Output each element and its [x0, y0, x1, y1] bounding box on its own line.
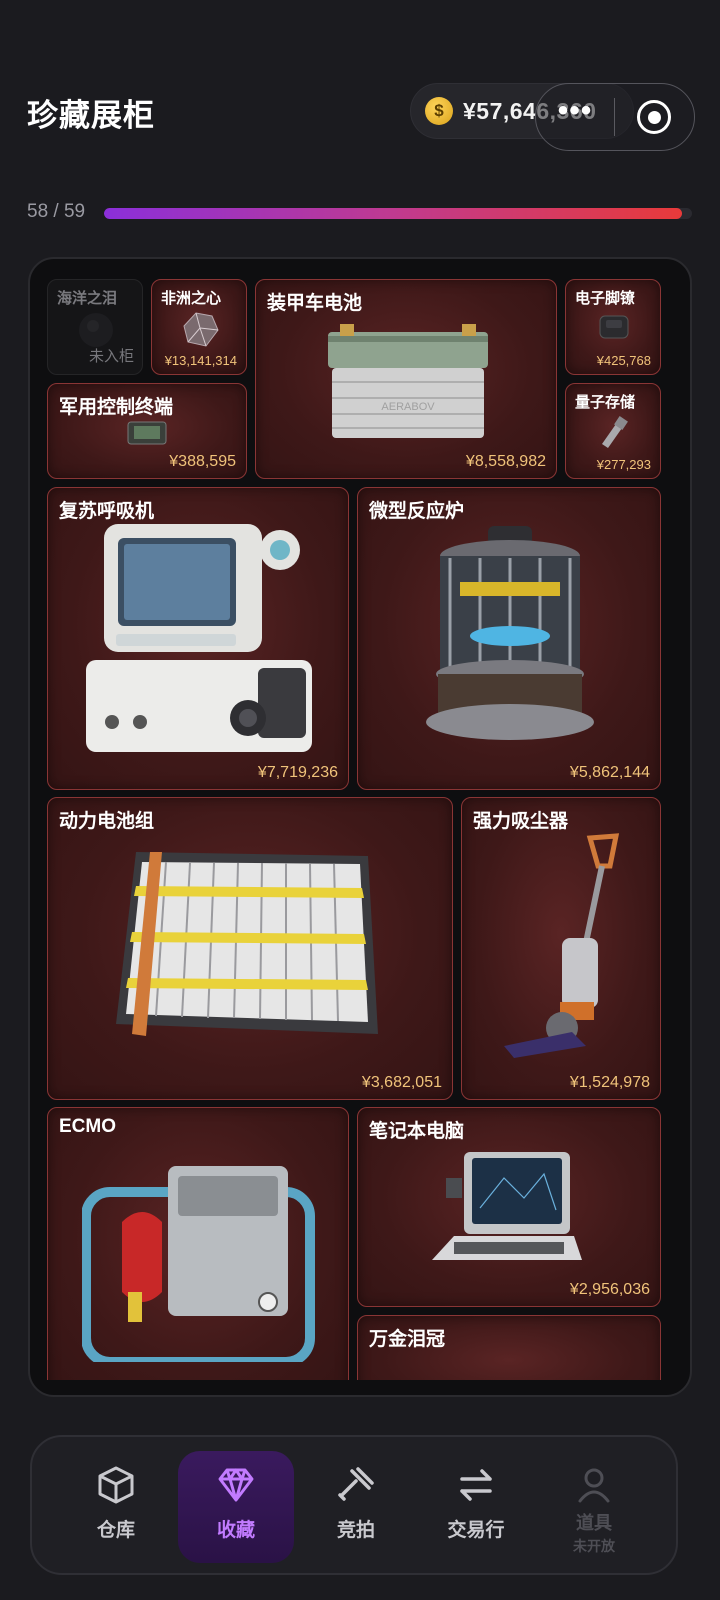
- close-target-button[interactable]: [637, 100, 671, 134]
- item-price: ¥5,862,144: [569, 764, 650, 781]
- nav-collection[interactable]: 收藏: [178, 1451, 294, 1563]
- item-name: 电子脚镣: [575, 290, 636, 307]
- item-name: ECMO: [59, 1116, 116, 1137]
- battery-pack-image: [116, 852, 378, 1036]
- item-price: ¥388,595: [169, 453, 236, 470]
- item-card-quantum-storage[interactable]: 量子存储 ¥277,293: [565, 383, 661, 479]
- item-name: 动力电池组: [59, 811, 155, 832]
- page-title: 珍藏展柜: [27, 98, 155, 133]
- item-price: ¥8,558,982: [465, 453, 546, 470]
- nav-trading[interactable]: 交易行: [418, 1451, 534, 1563]
- item-name: 军用控制终端: [59, 397, 174, 418]
- nav-label: 竞拍: [336, 1520, 375, 1541]
- item-card-ecmo[interactable]: ECMO: [47, 1107, 349, 1380]
- item-card-micro-reactor[interactable]: 微型反应炉 ¥5,862,144: [357, 487, 661, 790]
- coin-icon: $: [425, 97, 453, 125]
- nav-label: 道具: [576, 1513, 612, 1533]
- item-card-power-battery-pack[interactable]: 动力电池组 ¥3,682,051: [47, 797, 453, 1100]
- diamond-icon: [218, 1468, 254, 1502]
- vacuum-cleaner-image: [504, 833, 620, 1058]
- item-card-tiara[interactable]: 万金泪冠: [357, 1315, 661, 1380]
- progress-fill: [104, 208, 682, 219]
- item-name: 笔记本电脑: [369, 1121, 465, 1142]
- item-card-ocean-tear[interactable]: 海洋之泪 未入柜: [47, 279, 143, 375]
- item-name: 量子存储: [575, 394, 636, 411]
- item-name: 装甲车电池: [267, 293, 363, 314]
- item-price: ¥1,524,978: [569, 1074, 650, 1091]
- reactor-image: [426, 526, 594, 740]
- gavel-icon: [338, 1467, 374, 1501]
- item-card-vacuum[interactable]: 强力吸尘器 ¥1,524,978: [461, 797, 661, 1100]
- nav-label: 交易行: [447, 1520, 505, 1541]
- ankle-monitor-image: [599, 315, 629, 339]
- item-price: ¥2,956,036: [569, 1281, 650, 1298]
- item-card-armored-battery[interactable]: 装甲车电池 AERABOV ¥8,558,982: [255, 279, 557, 479]
- item-name: 微型反应炉: [369, 501, 465, 522]
- nav-label: 仓库: [96, 1520, 135, 1541]
- item-name: 万金泪冠: [369, 1329, 446, 1350]
- gem-silhouette-icon: [79, 313, 113, 347]
- car-battery-image: AERABOV: [328, 324, 488, 438]
- item-price: ¥7,719,236: [257, 764, 338, 781]
- item-price: ¥277,293: [596, 457, 651, 472]
- item-card-heart-of-africa[interactable]: 非洲之心 ¥13,141,314: [151, 279, 247, 375]
- collection-cabinet[interactable]: 海洋之泪 未入柜 非洲之心 ¥13,141,314 装甲车电池 AERABOV …: [28, 257, 692, 1397]
- nav-props: 道具 未开放: [536, 1451, 652, 1563]
- exchange-icon: [460, 1469, 492, 1501]
- bottom-nav: 仓库 收藏 竞拍 交易行 道具 未开放: [30, 1435, 678, 1575]
- box-icon: [98, 1466, 134, 1504]
- item-card-military-terminal[interactable]: 军用控制终端 ¥388,595: [47, 383, 247, 479]
- item-price: ¥425,768: [596, 353, 651, 368]
- person-icon: [578, 1468, 610, 1503]
- item-price: ¥3,682,051: [361, 1074, 442, 1091]
- ventilator-image: [86, 524, 312, 752]
- item-name: 海洋之泪: [57, 290, 118, 307]
- terminal-device-image: [127, 421, 167, 445]
- not-placed-label: 未入柜: [88, 348, 134, 365]
- mini-program-capsule: •••: [535, 83, 695, 151]
- nav-warehouse[interactable]: 仓库: [58, 1451, 174, 1563]
- item-card-electronic-shackles[interactable]: 电子脚镣 ¥425,768: [565, 279, 661, 375]
- nav-label: 收藏: [216, 1520, 255, 1541]
- diamond-gem-icon: [183, 312, 219, 347]
- capsule-divider: [614, 98, 615, 136]
- usb-drive-image: [602, 416, 628, 448]
- battery-brand-mark: AERABOV: [381, 401, 435, 413]
- target-icon: [647, 110, 661, 124]
- nav-auction[interactable]: 竞拍: [298, 1451, 414, 1563]
- item-name: 复苏呼吸机: [59, 501, 155, 522]
- item-card-resuscitator[interactable]: 复苏呼吸机 ¥7,719,236: [47, 487, 349, 790]
- item-card-laptop[interactable]: 笔记本电脑 ¥2,956,036: [357, 1107, 661, 1307]
- item-name: 强力吸尘器: [473, 811, 569, 832]
- rugged-laptop-image: [432, 1152, 582, 1260]
- progress-bar: [104, 208, 692, 219]
- item-name: 非洲之心: [161, 290, 222, 307]
- nav-sublabel: 未开放: [573, 1538, 615, 1554]
- more-button[interactable]: •••: [536, 96, 614, 126]
- item-price: ¥13,141,314: [164, 353, 237, 368]
- ecmo-machine-image: [82, 1166, 315, 1362]
- progress-count: 58 / 59: [27, 201, 86, 222]
